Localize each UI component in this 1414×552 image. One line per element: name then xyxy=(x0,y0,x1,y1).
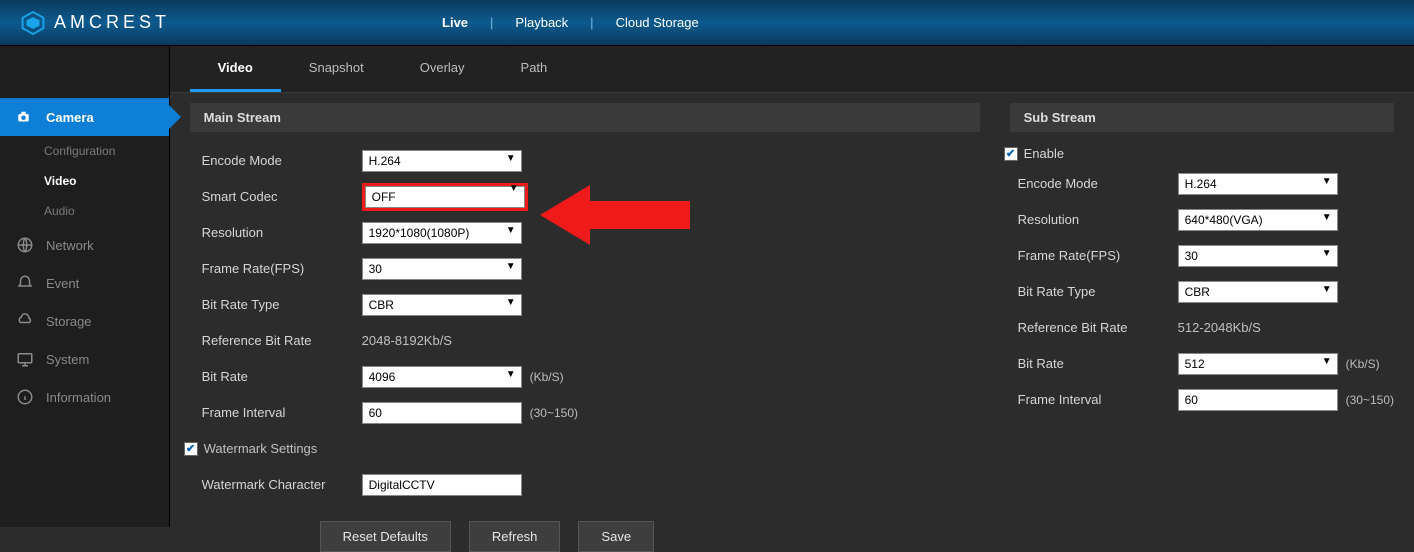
watermark-settings-checkbox[interactable]: ✔ xyxy=(184,442,198,456)
sub-bitrate-label: Bit Rate xyxy=(1018,356,1178,371)
bitrate-type-label: Bit Rate Type xyxy=(202,297,362,312)
info-icon xyxy=(16,388,34,406)
sidebar-item-system[interactable]: System xyxy=(0,340,169,378)
system-icon xyxy=(16,350,34,368)
nav-cloud-storage[interactable]: Cloud Storage xyxy=(594,15,721,30)
sidebar-item-camera[interactable]: Camera xyxy=(0,98,169,136)
sub-stream-header: Sub Stream xyxy=(1010,103,1394,132)
sub-encode-mode-select[interactable]: H.264 xyxy=(1178,173,1338,195)
main-stream-column: Main Stream Encode Mode H.264 Smart Code… xyxy=(190,103,980,552)
fps-label: Frame Rate(FPS) xyxy=(202,261,362,276)
sidebar-label-event: Event xyxy=(46,276,79,291)
nav-playback[interactable]: Playback xyxy=(493,15,590,30)
frame-interval-range: (30~150) xyxy=(530,406,578,420)
encode-mode-select[interactable]: H.264 xyxy=(362,150,522,172)
encode-mode-label: Encode Mode xyxy=(202,153,362,168)
sub-fps-label: Frame Rate(FPS) xyxy=(1018,248,1178,263)
sub-encode-mode-label: Encode Mode xyxy=(1018,176,1178,191)
tab-path[interactable]: Path xyxy=(493,46,576,92)
sub-bitrate-type-select[interactable]: CBR xyxy=(1178,281,1338,303)
sidebar-item-event[interactable]: Event xyxy=(0,264,169,302)
smart-codec-select[interactable]: OFF xyxy=(365,186,525,208)
main-stream-header: Main Stream xyxy=(190,103,980,132)
sub-frame-interval-range: (30~150) xyxy=(1346,393,1394,407)
fps-select[interactable]: 30 xyxy=(362,258,522,280)
bitrate-select[interactable]: 4096 xyxy=(362,366,522,388)
sidebar-label-storage: Storage xyxy=(46,314,92,329)
sub-fps-select[interactable]: 30 xyxy=(1178,245,1338,267)
camera-icon xyxy=(16,108,34,126)
sub-bitrate-select[interactable]: 512 xyxy=(1178,353,1338,375)
resolution-label: Resolution xyxy=(202,225,362,240)
bitrate-type-select[interactable]: CBR xyxy=(362,294,522,316)
sidebar-item-network[interactable]: Network xyxy=(0,226,169,264)
brand-name: AMCREST xyxy=(54,12,170,33)
smart-codec-label: Smart Codec xyxy=(202,189,362,204)
sub-frame-interval-label: Frame Interval xyxy=(1018,392,1178,407)
smart-codec-highlight: OFF xyxy=(362,183,528,211)
sub-ref-bitrate-value: 512-2048Kb/S xyxy=(1178,320,1261,335)
amcrest-logo-icon xyxy=(20,10,46,36)
sidebar-camera-subitems: Configuration Video Audio xyxy=(0,136,169,226)
frame-interval-input[interactable] xyxy=(362,402,522,424)
header-bar: AMCREST Live | Playback | Cloud Storage xyxy=(0,0,1414,46)
top-nav: Live | Playback | Cloud Storage xyxy=(420,15,721,30)
watermark-char-input[interactable] xyxy=(362,474,522,496)
frame-interval-label: Frame Interval xyxy=(202,405,362,420)
sub-stream-column: Sub Stream ✔ Enable Encode Mode H.264 Re… xyxy=(1010,103,1394,552)
tab-snapshot[interactable]: Snapshot xyxy=(281,46,392,92)
tab-overlay[interactable]: Overlay xyxy=(392,46,493,92)
resolution-select[interactable]: 1920*1080(1080P) xyxy=(362,222,522,244)
sub-resolution-label: Resolution xyxy=(1018,212,1178,227)
sub-bitrate-type-label: Bit Rate Type xyxy=(1018,284,1178,299)
main-panel: Video Snapshot Overlay Path Main Stream … xyxy=(170,46,1414,527)
sub-frame-interval-input[interactable] xyxy=(1178,389,1338,411)
sidebar-item-storage[interactable]: Storage xyxy=(0,302,169,340)
nav-live[interactable]: Live xyxy=(420,15,490,30)
sidebar-label-network: Network xyxy=(46,238,94,253)
event-icon xyxy=(16,274,34,292)
sub-enable-label: Enable xyxy=(1024,146,1064,161)
footer-buttons: Reset Defaults Refresh Save xyxy=(190,499,980,552)
sidebar-sub-configuration[interactable]: Configuration xyxy=(44,136,169,166)
sub-enable-checkbox[interactable]: ✔ xyxy=(1004,147,1018,161)
watermark-settings-label: Watermark Settings xyxy=(204,441,318,456)
sidebar-sub-audio[interactable]: Audio xyxy=(44,196,169,226)
storage-icon xyxy=(16,312,34,330)
ref-bitrate-value: 2048-8192Kb/S xyxy=(362,333,452,348)
tabs-bar: Video Snapshot Overlay Path xyxy=(170,46,1414,93)
sidebar-sub-video[interactable]: Video xyxy=(44,166,169,196)
sidebar-label-system: System xyxy=(46,352,89,367)
save-button[interactable]: Save xyxy=(578,521,654,552)
sidebar-label-information: Information xyxy=(46,390,111,405)
ref-bitrate-label: Reference Bit Rate xyxy=(202,333,362,348)
sub-bitrate-unit: (Kb/S) xyxy=(1346,357,1380,371)
network-icon xyxy=(16,236,34,254)
watermark-char-label: Watermark Character xyxy=(202,477,362,492)
sidebar: Camera Configuration Video Audio Network… xyxy=(0,46,170,527)
bitrate-label: Bit Rate xyxy=(202,369,362,384)
refresh-button[interactable]: Refresh xyxy=(469,521,561,552)
brand-logo: AMCREST xyxy=(20,10,170,36)
reset-defaults-button[interactable]: Reset Defaults xyxy=(320,521,451,552)
sidebar-item-information[interactable]: Information xyxy=(0,378,169,416)
bitrate-unit: (Kb/S) xyxy=(530,370,564,384)
tab-video[interactable]: Video xyxy=(190,46,281,92)
sub-resolution-select[interactable]: 640*480(VGA) xyxy=(1178,209,1338,231)
sub-ref-bitrate-label: Reference Bit Rate xyxy=(1018,320,1178,335)
sidebar-label-camera: Camera xyxy=(46,110,94,125)
